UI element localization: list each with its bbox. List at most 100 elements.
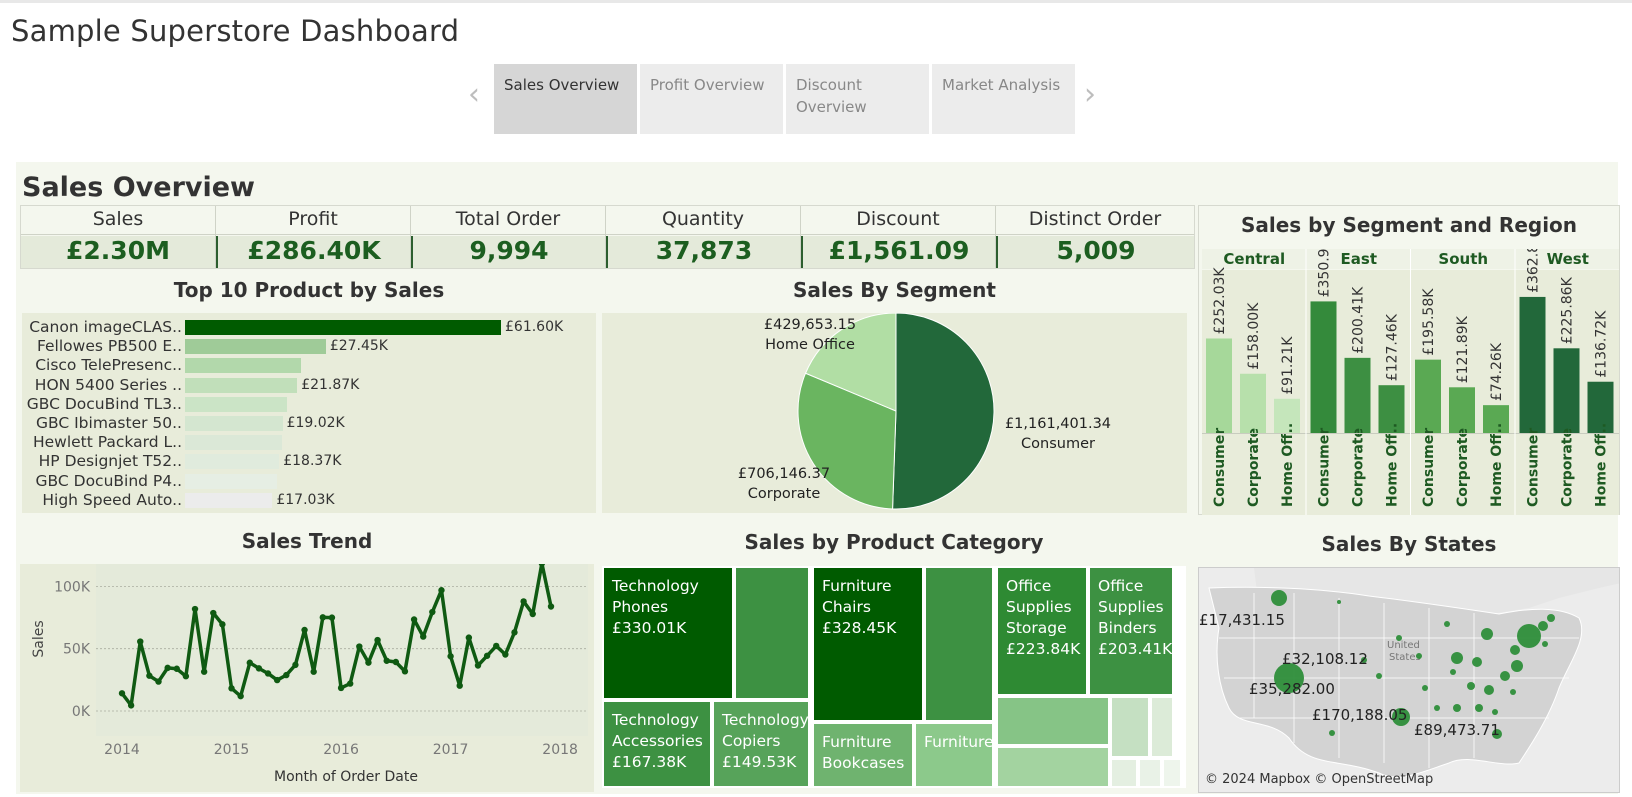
product-bar[interactable] xyxy=(185,473,278,489)
trend-point[interactable] xyxy=(410,616,418,623)
trend-point[interactable] xyxy=(219,621,226,628)
trend-point[interactable] xyxy=(228,685,235,692)
product-bar[interactable] xyxy=(185,435,282,451)
trend-point[interactable] xyxy=(374,636,381,644)
trend-point[interactable] xyxy=(200,668,208,675)
segment-region-bar[interactable] xyxy=(1240,373,1266,433)
trend-point[interactable] xyxy=(447,653,454,660)
trend-point[interactable] xyxy=(401,668,409,675)
region-label: East xyxy=(1341,250,1377,268)
trend-point[interactable] xyxy=(465,634,473,641)
trend-point[interactable] xyxy=(511,629,518,636)
states-map[interactable]: United States £17,431.15 £32,108.12 £35,… xyxy=(1198,567,1620,793)
treemap-technology-phones[interactable]: Technology Phones £330.01K xyxy=(602,566,734,700)
tab-sales-overview[interactable]: Sales Overview xyxy=(494,64,637,134)
treemap-office-supplies-fasteners[interactable] xyxy=(1162,758,1182,788)
segment-region-bar[interactable] xyxy=(1415,359,1441,433)
trend-point[interactable] xyxy=(328,614,336,621)
trend-point[interactable] xyxy=(383,657,390,664)
trend-point[interactable] xyxy=(164,664,171,672)
treemap-furniture-tables[interactable] xyxy=(924,566,994,722)
treemap-furniture-furnishings[interactable]: Furniture xyxy=(914,722,994,788)
product-bar[interactable] xyxy=(185,339,326,355)
trend-point[interactable] xyxy=(137,638,144,645)
trend-point[interactable] xyxy=(255,665,263,672)
product-bar[interactable] xyxy=(185,396,287,412)
product-bar[interactable] xyxy=(185,416,283,431)
treemap-technology-copiers[interactable]: Technology Copiers £149.53K xyxy=(712,700,810,788)
trend-point[interactable] xyxy=(237,692,244,700)
trend-point[interactable] xyxy=(319,614,327,621)
tab-profit-overview[interactable]: Profit Overview xyxy=(640,64,783,134)
trend-point[interactable] xyxy=(182,673,190,680)
treemap-office-supplies-art[interactable] xyxy=(1110,696,1150,758)
segment-region-bar[interactable] xyxy=(1310,301,1337,433)
trend-xtick: 2018 xyxy=(542,742,578,758)
treemap-office-supplies-storage[interactable]: Office Supplies Storage £223.84K xyxy=(996,566,1088,696)
trend-point[interactable] xyxy=(493,642,500,650)
product-name: High Speed Auto.. xyxy=(42,490,182,509)
trend-point[interactable] xyxy=(146,672,153,679)
treemap-furniture-bookcases[interactable]: Furniture Bookcases xyxy=(812,722,914,788)
trend-point[interactable] xyxy=(310,668,317,675)
tab-discount-overview[interactable]: Discount Overview xyxy=(786,64,929,134)
trend-point[interactable] xyxy=(127,702,135,709)
trend-point[interactable] xyxy=(337,684,345,692)
trend-point[interactable] xyxy=(292,661,299,669)
trend-point[interactable] xyxy=(264,670,272,677)
map-country-label: States xyxy=(1389,652,1421,663)
pie-slice-consumer[interactable] xyxy=(892,312,995,510)
prev-tab-arrow-icon[interactable]: ‹ xyxy=(468,80,480,110)
trend-point[interactable] xyxy=(356,643,363,650)
treemap-office-supplies-supplies[interactable] xyxy=(1150,696,1174,758)
tab-market-analysis[interactable]: Market Analysis xyxy=(932,64,1075,134)
trend-point[interactable] xyxy=(547,603,555,610)
trend-point[interactable] xyxy=(283,671,290,679)
trend-point[interactable] xyxy=(246,659,253,666)
trend-point[interactable] xyxy=(273,676,281,684)
trend-point[interactable] xyxy=(155,678,162,685)
trend-point[interactable] xyxy=(365,659,372,666)
trend-point[interactable] xyxy=(420,633,427,640)
segment-region-bar[interactable] xyxy=(1553,348,1580,433)
trend-point[interactable] xyxy=(438,587,445,594)
segment-region-bar[interactable] xyxy=(1344,357,1371,433)
trend-point[interactable] xyxy=(346,680,354,687)
tm-value: £328.45K xyxy=(822,619,897,637)
pie-category: Consumer xyxy=(1021,436,1095,452)
trend-point[interactable] xyxy=(529,610,536,618)
treemap-office-supplies-appliances[interactable] xyxy=(996,746,1110,788)
product-bar[interactable] xyxy=(185,492,273,508)
treemap-office-supplies-paper[interactable] xyxy=(996,696,1110,746)
treemap-office-supplies-binders[interactable]: Office Supplies Binders £203.41K xyxy=(1088,566,1174,696)
kpi-value: £2.30M xyxy=(21,236,215,268)
treemap-office-supplies-labels[interactable] xyxy=(1110,758,1138,788)
treemap-technology-accessories[interactable]: Technology Accessories £167.38K xyxy=(602,700,712,788)
trend-point[interactable] xyxy=(520,598,527,605)
treemap-furniture-chairs[interactable]: Furniture Chairs £328.45K xyxy=(812,566,924,722)
trend-point[interactable] xyxy=(173,665,180,672)
product-bar[interactable] xyxy=(185,454,280,470)
product-bar[interactable] xyxy=(185,377,298,393)
trend-point[interactable] xyxy=(301,626,308,634)
product-bar[interactable] xyxy=(185,320,501,335)
trend-point[interactable] xyxy=(118,690,126,697)
treemap-office-supplies-envelopes[interactable] xyxy=(1138,758,1162,788)
trend-point[interactable] xyxy=(191,605,199,613)
trend-point[interactable] xyxy=(392,658,400,666)
treemap-technology-other[interactable] xyxy=(734,566,810,700)
trend-point[interactable] xyxy=(429,608,436,616)
segment-label: Consumer xyxy=(1212,428,1228,507)
trend-point[interactable] xyxy=(474,662,482,669)
product-bar[interactable] xyxy=(185,358,302,374)
trend-point[interactable] xyxy=(456,682,463,689)
trend-point[interactable] xyxy=(483,652,491,659)
trend-point[interactable] xyxy=(210,609,217,617)
next-tab-arrow-icon[interactable]: › xyxy=(1084,80,1096,110)
segment-region-bar[interactable] xyxy=(1519,296,1546,433)
tm-category: Technology xyxy=(612,711,699,729)
trend-point[interactable] xyxy=(502,651,509,658)
segment-region-bar[interactable] xyxy=(1206,338,1232,433)
segment-region-bar[interactable] xyxy=(1449,387,1475,433)
segment-region-value: £362.88K xyxy=(1526,249,1542,293)
